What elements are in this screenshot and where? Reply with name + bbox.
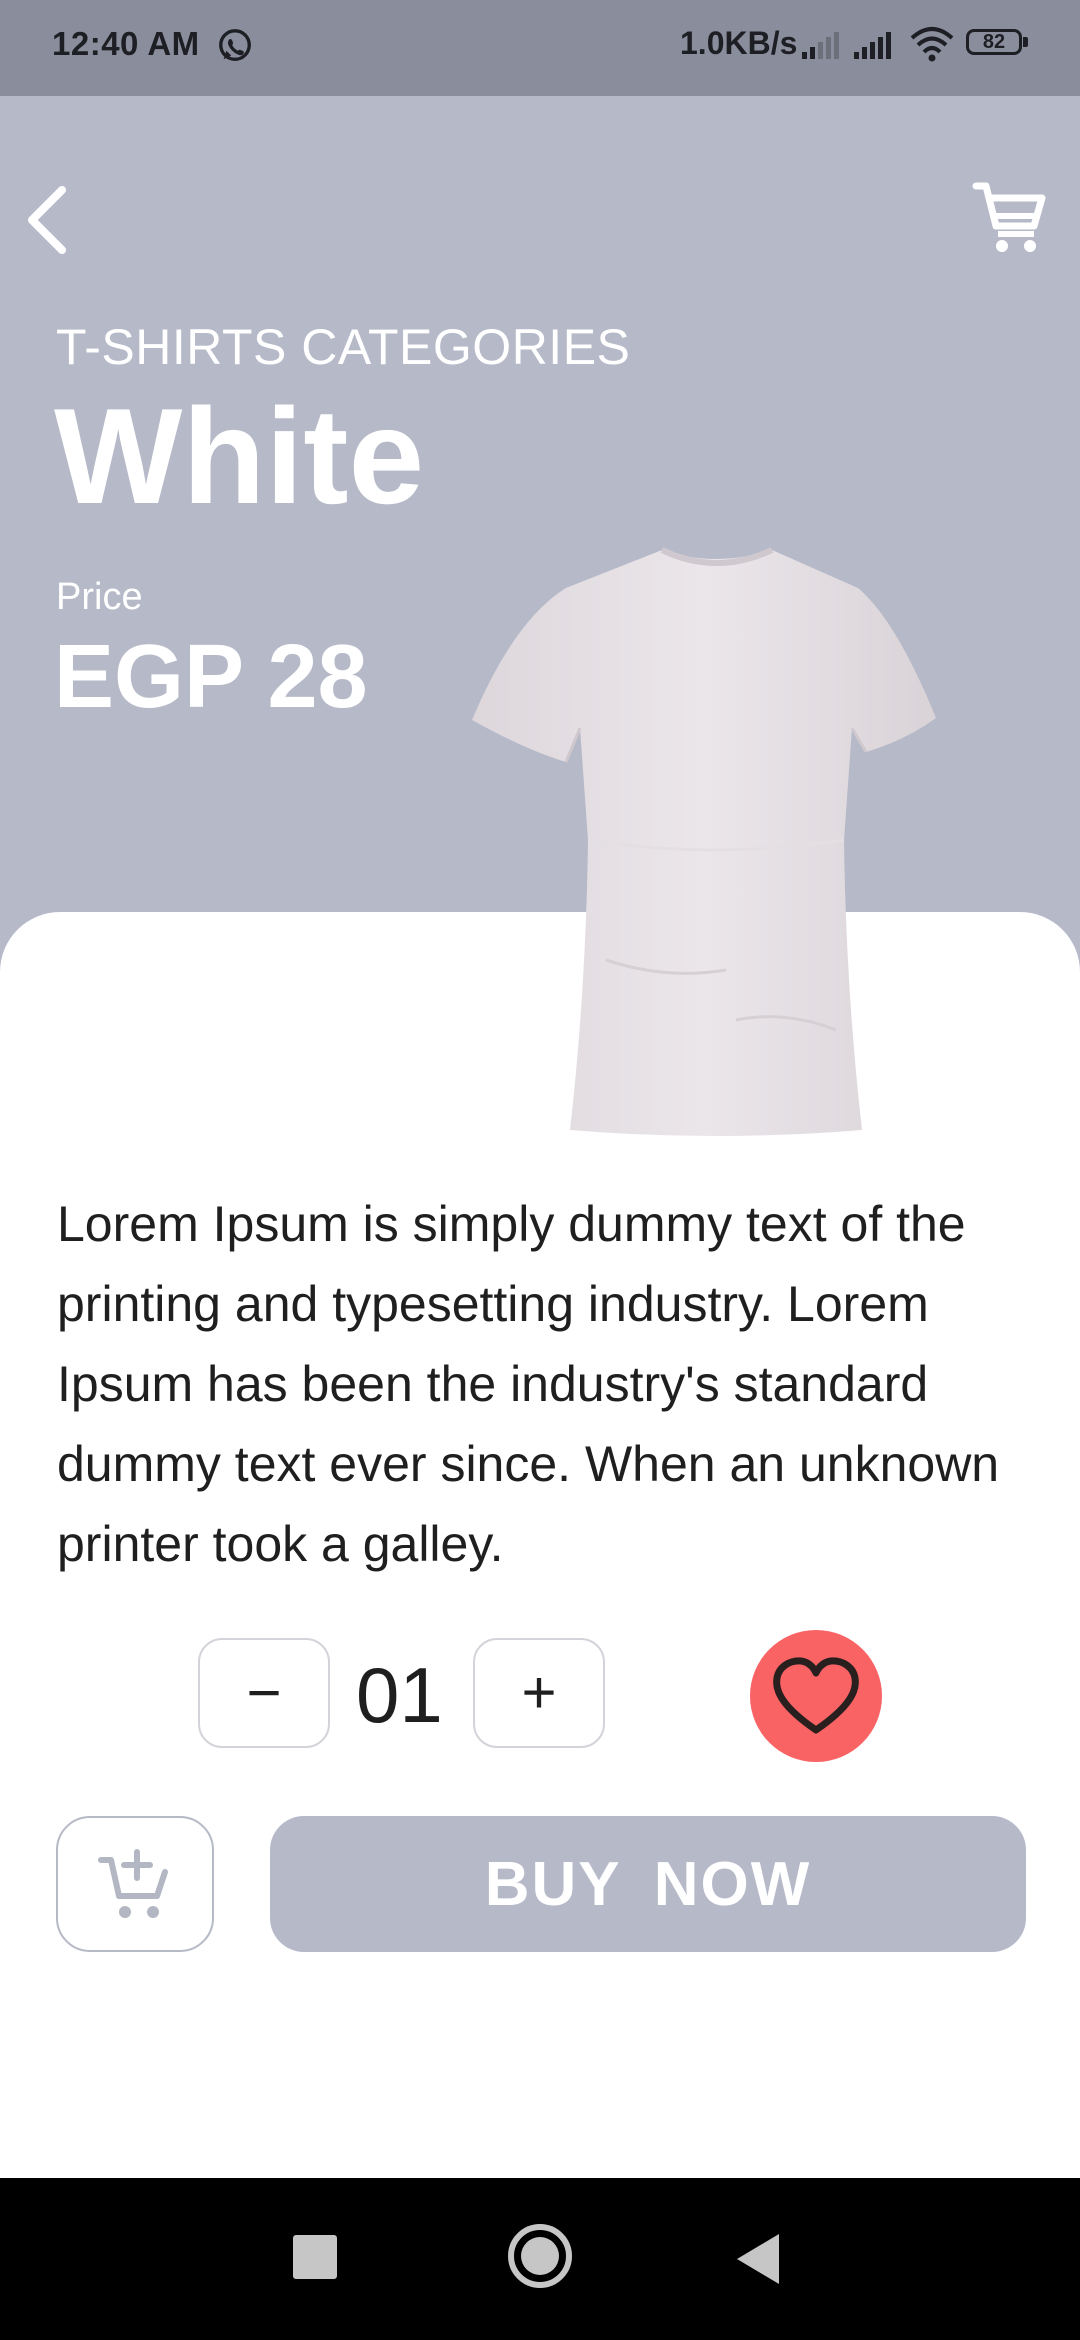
product-price: EGP 28 — [54, 627, 368, 727]
decrease-quantity-button[interactable]: − — [198, 1638, 330, 1748]
whatsapp-icon — [219, 29, 251, 61]
product-category: T-SHIRTS CATEGORIES — [56, 319, 631, 375]
product-name: White — [54, 380, 425, 532]
minus-label: − — [246, 1659, 282, 1726]
home-icon[interactable] — [506, 2222, 574, 2290]
chevron-left-icon[interactable] — [20, 180, 80, 260]
buy-now-button[interactable]: BUY NOW — [270, 1816, 1026, 1952]
recent-apps-icon[interactable] — [293, 2235, 337, 2279]
increase-quantity-button[interactable]: + — [473, 1638, 605, 1748]
signal-icon — [854, 32, 891, 59]
signal-icon — [802, 32, 839, 59]
buy-now-label: BUY NOW — [484, 1849, 812, 1919]
cart-icon[interactable] — [970, 176, 1050, 256]
product-description: Lorem Ipsum is simply dummy text of the … — [57, 1196, 1000, 1572]
add-to-cart-button[interactable] — [56, 1816, 214, 1952]
status-bar: 12:40 AM 1.0KB/s 82 — [0, 0, 1080, 96]
price-label: Price — [56, 576, 143, 618]
wifi-icon — [910, 27, 954, 62]
back-icon[interactable] — [733, 2232, 783, 2286]
heart-icon — [773, 1657, 859, 1734]
status-time: 12:40 AM — [52, 25, 200, 62]
product-image — [472, 547, 936, 1136]
cart-add-icon — [98, 1849, 168, 1918]
favorite-button[interactable] — [750, 1630, 882, 1762]
battery-icon: 82 — [966, 29, 1030, 59]
network-speed: 1.0KB/s — [680, 25, 798, 61]
plus-label: + — [521, 1659, 557, 1726]
battery-level: 82 — [982, 31, 1006, 53]
quantity-value: 01 — [356, 1651, 443, 1739]
system-nav-bar — [0, 2178, 1080, 2340]
